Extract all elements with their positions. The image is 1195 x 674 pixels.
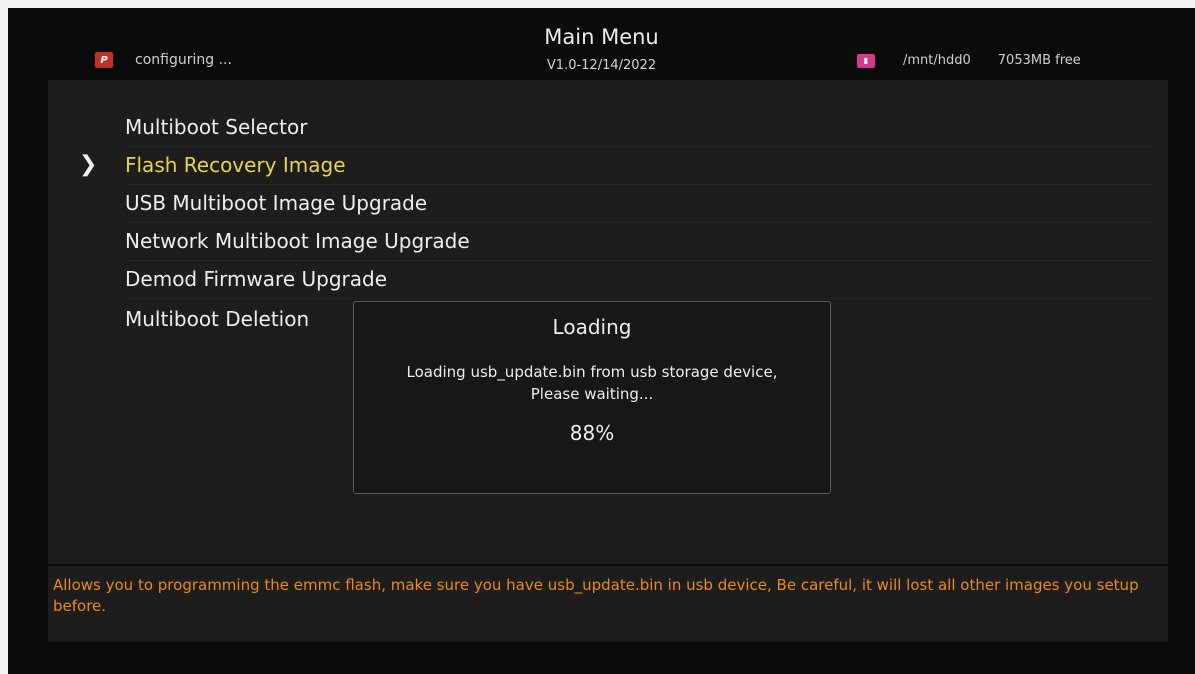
menu-item-multiboot-selector[interactable]: Multiboot Selector [125,108,1155,147]
page-title: Main Menu [544,25,659,49]
menu-item-flash-recovery-image[interactable]: ❯ Flash Recovery Image [79,146,1155,185]
selection-arrow-icon: ❯ [79,152,98,177]
storage-info: ▮ /mnt/hdd0 7053MB free [857,53,1081,68]
dialog-title: Loading [552,315,632,339]
hdd-icon: ▮ [857,53,875,68]
menu-item-demod-firmware-upgrade[interactable]: Demod Firmware Upgrade [125,260,1155,299]
menu-item-usb-multiboot-upgrade[interactable]: USB Multiboot Image Upgrade [125,184,1155,223]
tv-screen: P configuring ... Main Menu V1.0-12/14/2… [8,8,1195,674]
help-bar: Allows you to programming the emmc flash… [48,566,1168,642]
help-text: Allows you to programming the emmc flash… [53,576,1139,615]
menu-item-label: Multiboot Deletion [125,307,310,331]
progress-percent: 88% [569,421,615,445]
menu-panel: Multiboot Selector ❯ Flash Recovery Imag… [48,80,1168,564]
menu-item-label: Network Multiboot Image Upgrade [125,229,470,253]
menu-item-label: Multiboot Selector [125,115,308,139]
loading-dialog: Loading Loading usb_update.bin from usb … [353,301,831,494]
menu-item-network-multiboot-upgrade[interactable]: Network Multiboot Image Upgrade [125,222,1155,261]
free-space: 7053MB free [997,53,1081,68]
mount-path: /mnt/hdd0 [903,53,971,68]
menu-item-label: Flash Recovery Image [125,153,346,177]
dialog-message: Loading usb_update.bin from usb storage … [406,363,778,403]
menu-item-label: USB Multiboot Image Upgrade [125,191,428,215]
menu-item-label: Demod Firmware Upgrade [125,267,388,291]
